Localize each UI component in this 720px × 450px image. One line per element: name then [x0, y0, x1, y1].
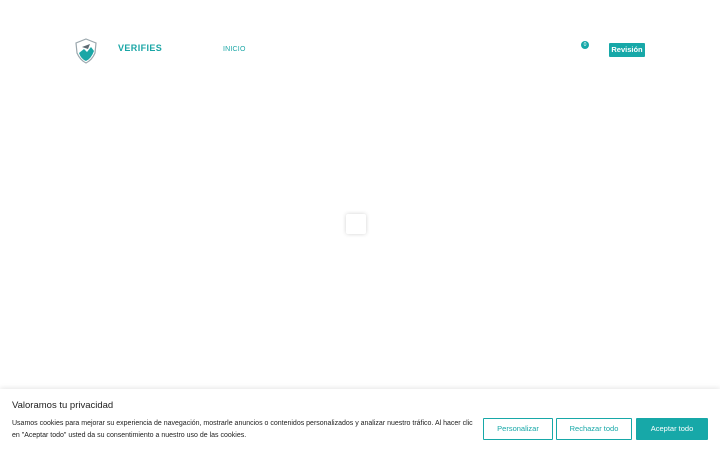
review-button[interactable]: Revisión — [609, 43, 645, 57]
site-header: VERIFIES INICIO 0 Revisión — [0, 0, 720, 100]
accept-all-button[interactable]: Aceptar todo — [636, 418, 708, 440]
customize-button[interactable]: Personalizar — [483, 418, 553, 440]
shield-logo-icon[interactable] — [74, 38, 98, 64]
page: VERIFIES INICIO 0 Revisión Valoramos tu … — [0, 0, 720, 450]
cookie-consent-banner: Valoramos tu privacidad Usamos cookies p… — [0, 389, 720, 450]
brand-name[interactable]: VERIFIES — [118, 43, 162, 53]
loading-indicator — [346, 214, 366, 234]
nav-inicio-link[interactable]: INICIO — [223, 46, 246, 53]
reject-all-button[interactable]: Rechazar todo — [556, 418, 632, 440]
cookie-banner-title: Valoramos tu privacidad — [12, 400, 114, 411]
cookie-banner-text: Usamos cookies para mejorar su experienc… — [12, 420, 473, 439]
cart-count-badge[interactable]: 0 — [581, 41, 589, 49]
